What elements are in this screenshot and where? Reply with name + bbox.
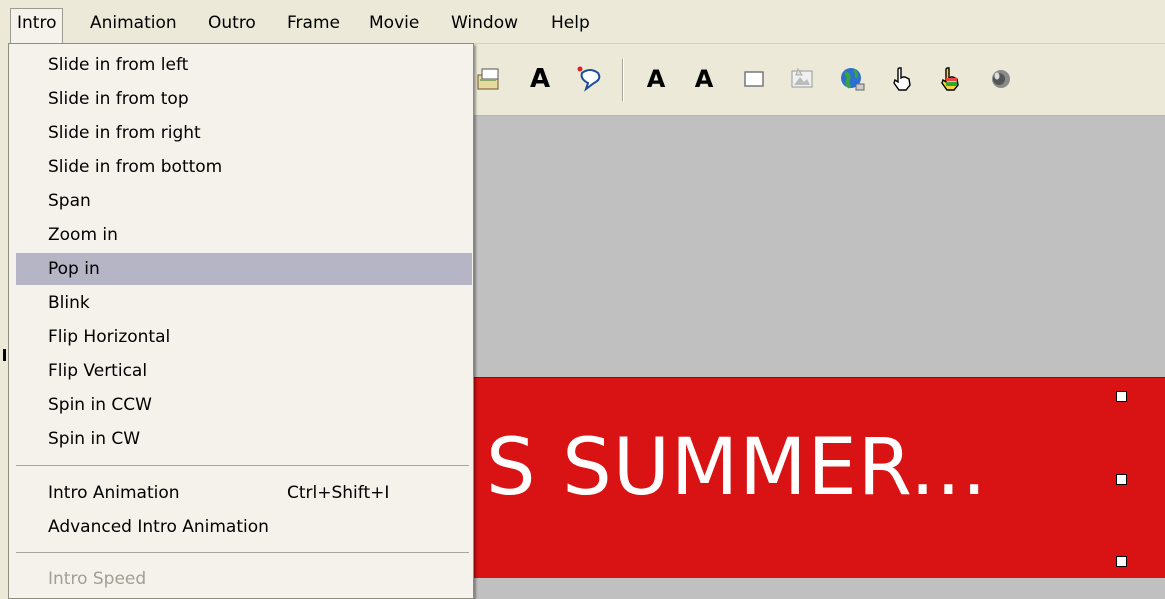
menu-separator — [16, 465, 469, 466]
intro-dropdown-menu: Slide in from left Slide in from top Sli… — [8, 43, 474, 599]
menu-item-advanced-intro-animation[interactable]: Advanced Intro Animation — [16, 511, 472, 543]
globe-icon[interactable] — [836, 63, 868, 95]
left-edge-mark — [3, 349, 6, 361]
menu-item-slide-top[interactable]: Slide in from top — [16, 83, 472, 115]
menu-item-flip-vertical[interactable]: Flip Vertical — [16, 355, 472, 387]
menu-item-slide-left[interactable]: Slide in from left — [16, 49, 472, 81]
menu-help[interactable]: Help — [545, 9, 596, 37]
menu-item-slide-right[interactable]: Slide in from right — [16, 117, 472, 149]
menu-intro[interactable]: Intro — [10, 8, 64, 43]
menu-animation[interactable]: Animation — [84, 9, 183, 37]
hand-pointer-icon[interactable] — [886, 63, 918, 95]
menu-frame[interactable]: Frame — [281, 9, 346, 37]
menu-item-label: Intro Animation — [48, 483, 180, 503]
menu-item-zoom-in[interactable]: Zoom in — [16, 219, 472, 251]
resize-handle-bottom[interactable] — [1116, 556, 1127, 567]
menu-item-intro-speed: Intro Speed — [48, 569, 147, 589]
toolbar: A A A — [474, 45, 1165, 116]
menu-item-pop-in[interactable]: Pop in — [16, 253, 472, 285]
menu-item-spin-cw[interactable]: Spin in CW — [16, 423, 472, 455]
callout-icon[interactable] — [574, 63, 606, 95]
menu-item-flip-horizontal[interactable]: Flip Horizontal — [16, 321, 472, 353]
menu-item-span[interactable]: Span — [16, 185, 472, 217]
banner-text[interactable]: S SUMMER... — [486, 418, 988, 518]
menu-bar: Intro Animation Outro Frame Movie Window… — [0, 0, 1165, 44]
text-icon[interactable]: A — [524, 63, 556, 95]
menu-outro[interactable]: Outro — [202, 9, 262, 37]
speaker-icon[interactable] — [984, 63, 1016, 95]
rectangle-icon[interactable] — [738, 63, 770, 95]
hand-color-icon[interactable] — [934, 63, 966, 95]
canvas-bottom — [474, 578, 1165, 599]
menu-item-slide-bottom[interactable]: Slide in from bottom — [16, 151, 472, 183]
resize-handle-middle[interactable] — [1116, 474, 1127, 485]
menu-item-shortcut: Ctrl+Shift+I — [287, 483, 390, 503]
resize-handle-top[interactable] — [1116, 391, 1127, 402]
text-effect-down-icon[interactable]: A — [688, 63, 720, 95]
menu-movie[interactable]: Movie — [363, 9, 425, 37]
menu-window[interactable]: Window — [445, 9, 524, 37]
image-icon[interactable] — [786, 63, 818, 95]
menu-item-intro-animation[interactable]: Intro Animation Ctrl+Shift+I — [16, 477, 472, 509]
menu-item-spin-ccw[interactable]: Spin in CCW — [16, 389, 472, 421]
menu-separator — [16, 552, 469, 553]
text-effect-up-icon[interactable]: A — [640, 63, 672, 95]
toolbar-separator — [622, 59, 624, 101]
menu-item-blink[interactable]: Blink — [16, 287, 472, 319]
properties-icon[interactable] — [474, 63, 506, 95]
window-left-edge — [0, 43, 8, 599]
